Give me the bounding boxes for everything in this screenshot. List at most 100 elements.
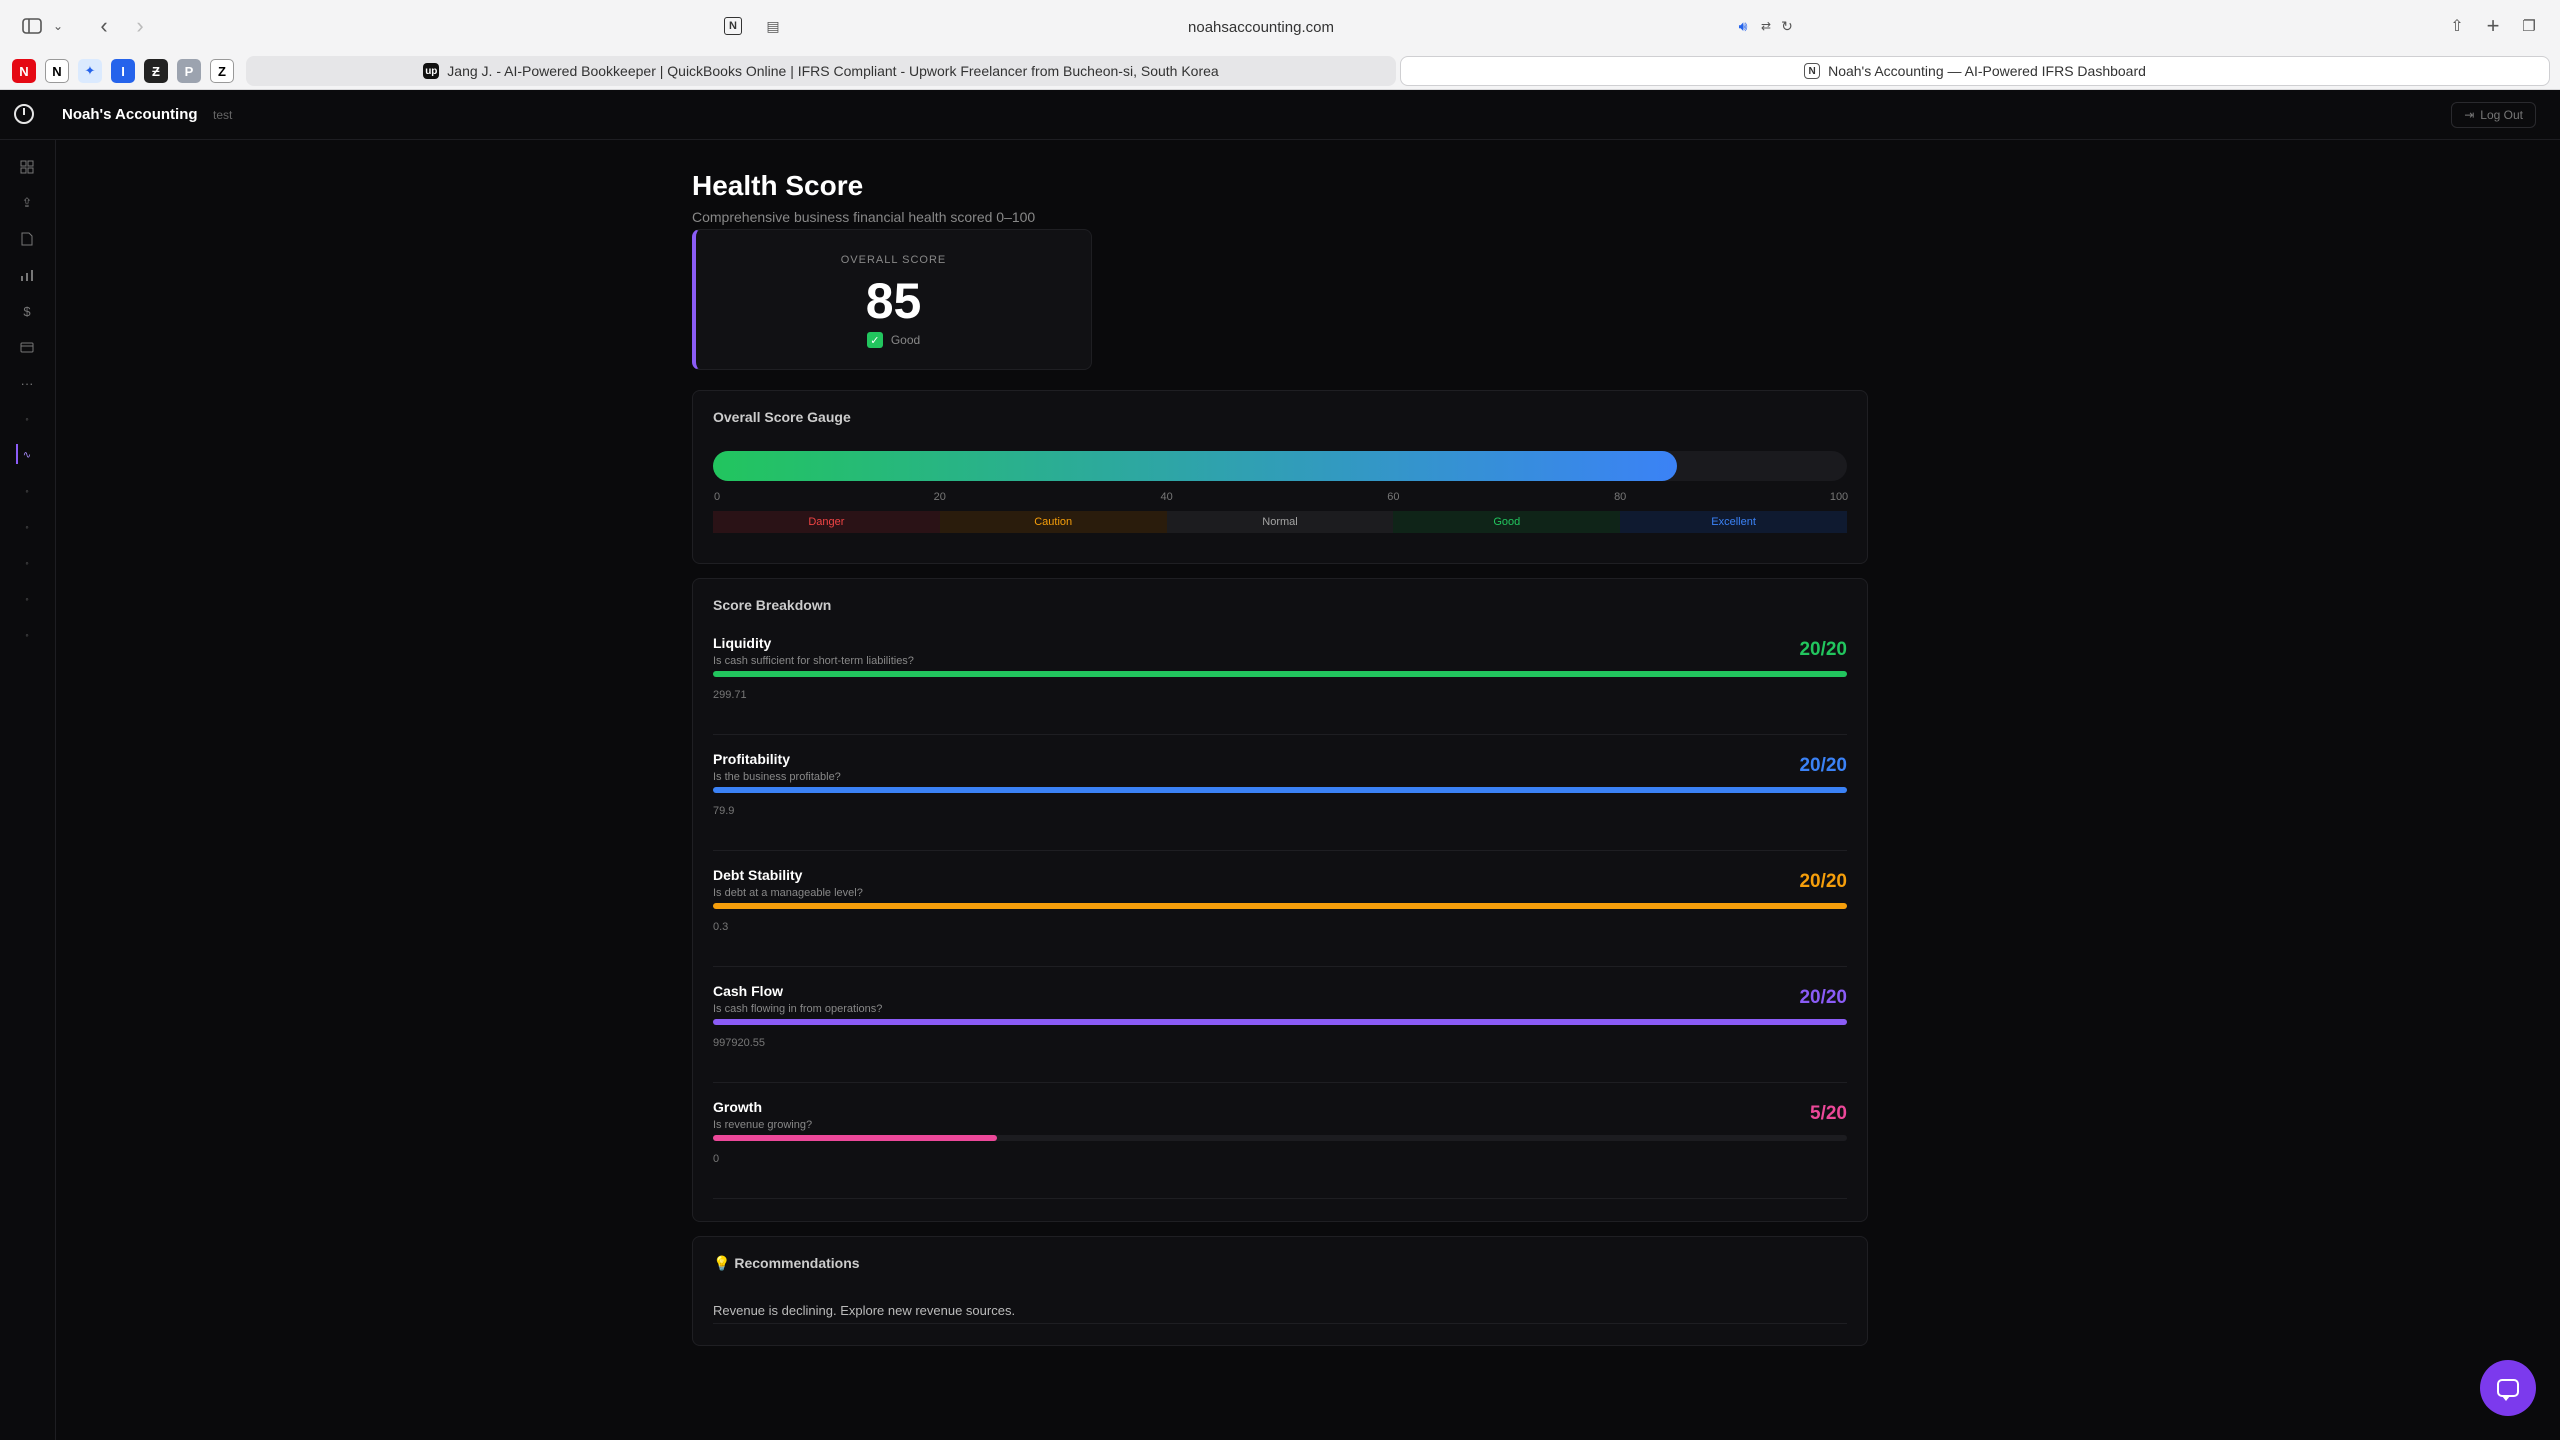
gauge-zone-normal: Normal [1166,511,1394,533]
breakdown-metric-value: 0 [713,1153,720,1165]
sidebar-item-health-score-icon[interactable]: ∿ [16,444,38,466]
pinned-tab-p-icon[interactable]: P [177,59,201,83]
app-name[interactable]: Noah's Accounting [62,106,198,123]
gauge-tick-label: 100 [1829,491,1849,503]
gauge-zone-danger: Danger [713,511,940,533]
breakdown-bar-track [713,1135,1847,1141]
url-text: noahsaccounting.com [1188,18,1334,36]
sidebar-item-d-icon[interactable]: ◦ [16,552,38,574]
gauge-tick-label: 0 [713,491,721,503]
gauge-fill [713,451,1677,481]
breakdown-bar-fill [713,903,1847,909]
breakdown-question: Is revenue growing? [713,1119,813,1131]
gauge-tick-label: 20 [933,491,946,503]
breakdown-bar-track [713,671,1847,677]
share-icon[interactable]: ⇧ [2446,14,2468,38]
audio-icon[interactable]: 🔊︎ [1734,14,1752,38]
gauge-zones: Danger Caution Normal Good Excellent [713,511,1847,533]
recommendation-item: Revenue is declining. Explore new revenu… [713,1303,1016,1318]
pinned-tab-netflix-icon[interactable]: N [12,59,36,83]
browser-chrome: ⌄ ‹ › N ▤ noahsaccounting.com 🔊︎ ⇄ ↻ ⇧ +… [0,0,2560,90]
breakdown-panel: Score Breakdown Liquidity Is cash suffici… [692,578,1868,1222]
sidebar-item-f-icon[interactable]: ◦ [16,624,38,646]
sidebar-toggle-icon[interactable] [20,14,44,38]
notion-favicon-icon: N [1804,63,1821,79]
browser-toolbar: ⌄ ‹ › N ▤ noahsaccounting.com 🔊︎ ⇄ ↻ ⇧ +… [0,0,2560,52]
pinned-tab-framer-icon[interactable]: Ƶ [144,59,168,83]
gauge-zone-excellent: Excellent [1620,511,1847,533]
breakdown-question: Is debt at a manageable level? [713,887,863,899]
tab-overview-icon[interactable]: ❐ [2518,14,2540,38]
tab-title: Noah's Accounting — AI-Powered IFRS Dash… [1828,63,2146,79]
forward-arrow-icon[interactable]: › [128,13,152,38]
sidebar: ⇪ $ ··· ◦ ∿ ◦ ◦ ◦ ◦ ◦ [0,140,56,1440]
sidebar-item-card-icon[interactable] [16,336,38,358]
breakdown-metric-value: 299.71 [713,689,747,701]
chat-button[interactable] [2480,1360,2536,1416]
breakdown-question: Is cash sufficient for short-term liabil… [713,655,914,667]
breakdown-bar-fill [713,671,1847,677]
page-subtitle: Comprehensive business financial health … [692,209,1036,225]
breakdown-name: Cash Flow [713,983,784,999]
gauge-tick-label: 40 [1160,491,1173,503]
breakdown-question: Is the business profitable? [713,771,841,783]
translate-icon[interactable]: ⇄ [1756,14,1776,38]
sidebar-item-dollar-icon[interactable]: $ [16,300,38,322]
check-icon: ✓ [866,332,883,348]
breakdown-item-debt-stability: Debt Stability Is debt at a manageable le… [713,867,1847,967]
sidebar-item-documents-icon[interactable] [16,228,38,250]
logout-button[interactable]: ⇥ Log Out [2451,102,2536,128]
address-bar[interactable]: noahsaccounting.com [716,12,1806,42]
breakdown-bar-track [713,903,1847,909]
breakdown-item-cash-flow: Cash Flow Is cash flowing in from operati… [713,983,1847,1083]
chat-bubble-icon [2497,1379,2519,1401]
pinned-tab-ai-icon[interactable]: ✦ [78,59,102,83]
breakdown-name: Debt Stability [713,867,803,883]
back-arrow-icon[interactable]: ‹ [92,13,116,38]
breakdown-score: 20/20 [1799,639,1847,660]
sidebar-item-c-icon[interactable]: ◦ [16,516,38,538]
sidebar-item-a-icon[interactable]: ◦ [16,408,38,430]
gauge-tick-label: 80 [1614,491,1627,503]
overall-score-status: ✓ Good [696,332,1091,348]
breakdown-score: 20/20 [1799,871,1847,892]
tab-upwork[interactable]: up Jang J. - AI-Powered Bookkeeper | Qui… [246,56,1396,86]
breakdown-bar-fill [713,787,1847,793]
gauge-panel: Overall Score Gauge 0 20 40 60 80 100 Danger C… [692,390,1868,564]
breakdown-name: Profitability [713,751,791,767]
sidebar-item-dashboard-icon[interactable] [16,156,38,178]
sidebar-item-b-icon[interactable]: ◦ [16,480,38,502]
clock-logo-icon[interactable] [14,104,34,124]
workspace-name: test [213,108,233,122]
breakdown-item-liquidity: Liquidity Is cash sufficient for short-te… [713,635,1847,735]
sidebar-item-e-icon[interactable]: ◦ [16,588,38,610]
breakdown-bar-track [713,787,1847,793]
app-header: Noah's Accounting test ⇥ Log Out [0,90,2560,140]
reload-icon[interactable]: ↻ [1778,14,1796,38]
breakdown-title: Score Breakdown [713,597,832,613]
gauge-zone-caution: Caution [939,511,1167,533]
sidebar-item-more-icon[interactable]: ··· [16,372,38,394]
tab-noahs-accounting[interactable]: N Noah's Accounting — AI-Powered IFRS Da… [1400,56,2550,86]
breakdown-bar-fill [713,1135,997,1141]
breakdown-metric-value: 79.9 [713,805,735,817]
overall-score-value: 85 [865,273,922,329]
breakdown-name: Liquidity [713,635,772,651]
chevron-down-icon[interactable]: ⌄ [50,14,66,38]
overall-score-card: OVERALL SCORE 85 ✓ Good [692,229,1092,370]
sidebar-item-upload-icon[interactable]: ⇪ [16,192,38,214]
pinned-tab-notion-icon[interactable]: N [45,59,69,83]
new-tab-icon[interactable]: + [2482,13,2504,38]
recommendations-title: 💡 Recommendations [713,1255,860,1271]
gauge-tick-label: 60 [1387,491,1400,503]
breakdown-bar-fill [713,1019,1847,1025]
pinned-tab-z-icon[interactable]: Z [210,59,234,83]
breakdown-question: Is cash flowing in from operations? [713,1003,883,1015]
breakdown-metric-value: 0.3 [713,921,729,933]
sidebar-item-reports-icon[interactable] [16,264,38,286]
pinned-tab-i-icon[interactable]: I [111,59,135,83]
tab-strip: N N ✦ I Ƶ P Z up Jang J. - AI-Powered Bo… [0,52,2560,90]
breakdown-name: Growth [713,1099,762,1115]
breakdown-bar-track [713,1019,1847,1025]
breakdown-item-growth: Growth Is revenue growing? 5/20 0 [713,1099,1847,1199]
